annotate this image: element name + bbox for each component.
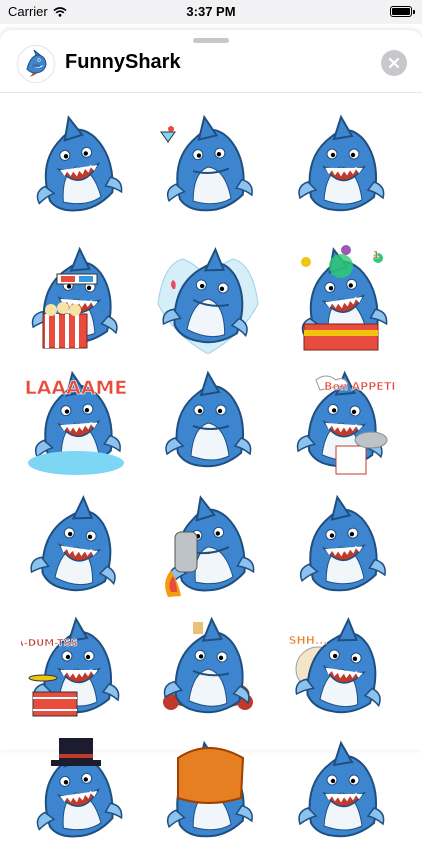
sticker-shark-shh[interactable]: SHH...	[286, 614, 396, 724]
sticker-art	[157, 247, 259, 354]
sticker-shark-orange[interactable]	[153, 738, 263, 848]
sticker-shark-top-hat[interactable]	[21, 738, 131, 848]
sticker-caption: 1	[373, 250, 380, 261]
sticker-shark-facepalm[interactable]	[286, 492, 396, 602]
close-button[interactable]	[381, 50, 407, 76]
sticker-art: Bon APPETIT!	[296, 370, 396, 475]
sticker-shark-unimpressed[interactable]	[153, 368, 263, 478]
sticker-shark-drinking[interactable]	[153, 112, 263, 222]
sheet-grabber[interactable]	[193, 38, 229, 43]
sticker-art: 1	[301, 245, 388, 351]
sticker-art	[31, 246, 118, 349]
sticker-art	[165, 495, 255, 597]
sticker-shark-poker-table[interactable]	[153, 614, 263, 724]
sticker-art	[36, 115, 123, 212]
sheet-title: FunnyShark	[65, 51, 181, 73]
sticker-art	[298, 740, 385, 838]
sticker-shark-3d-popcorn[interactable]	[21, 244, 131, 354]
sticker-art	[299, 494, 386, 592]
sticker-sheet: FunnyShark 1 LAAAAME Bon APPETIT! BA-DUM-TS…	[0, 30, 422, 838]
sticker-shark-crying-laughing[interactable]	[286, 112, 396, 222]
close-icon	[388, 57, 400, 69]
sticker-caption: BA-DUM-TSS	[21, 638, 78, 649]
sticker-art	[36, 738, 123, 838]
sticker-art	[30, 495, 116, 592]
sticker-shark-drums[interactable]: BA-DUM-TSS	[21, 614, 131, 724]
sticker-art: LAAAAME	[24, 370, 128, 475]
sticker-art	[298, 114, 385, 212]
battery-icon	[390, 6, 415, 17]
sticker-art: SHH...	[288, 617, 381, 714]
sticker-art	[163, 616, 253, 714]
sticker-art	[165, 370, 252, 468]
sticker-caption: SHH...	[289, 634, 328, 647]
sticker-shark-bon-appetit[interactable]: Bon APPETIT!	[286, 368, 396, 478]
sticker-shark-heart-rose[interactable]	[153, 244, 263, 354]
sticker-shark-clown-juggler[interactable]: 1	[286, 244, 396, 354]
sticker-shark-screaming[interactable]	[286, 738, 396, 848]
sticker-grinning-shark[interactable]	[21, 112, 131, 222]
sticker-shark-laughing-belly[interactable]	[21, 492, 131, 602]
sticker-caption: LAAAAME	[25, 377, 128, 399]
sticker-caption: Bon APPETIT!	[324, 380, 396, 393]
app-icon	[17, 45, 55, 83]
sticker-shark-jetpack[interactable]	[153, 492, 263, 602]
status-bar: Carrier 3:37 PM	[0, 0, 422, 24]
battery-fill	[392, 8, 410, 15]
shark-logo-icon	[26, 49, 47, 77]
sticker-art	[166, 740, 253, 838]
status-time: 3:37 PM	[186, 4, 236, 19]
sticker-shark-laaaame[interactable]: LAAAAME	[21, 368, 131, 478]
sticker-art	[160, 114, 253, 212]
sticker-art: BA-DUM-TSS	[21, 616, 120, 717]
header-divider	[0, 92, 422, 93]
